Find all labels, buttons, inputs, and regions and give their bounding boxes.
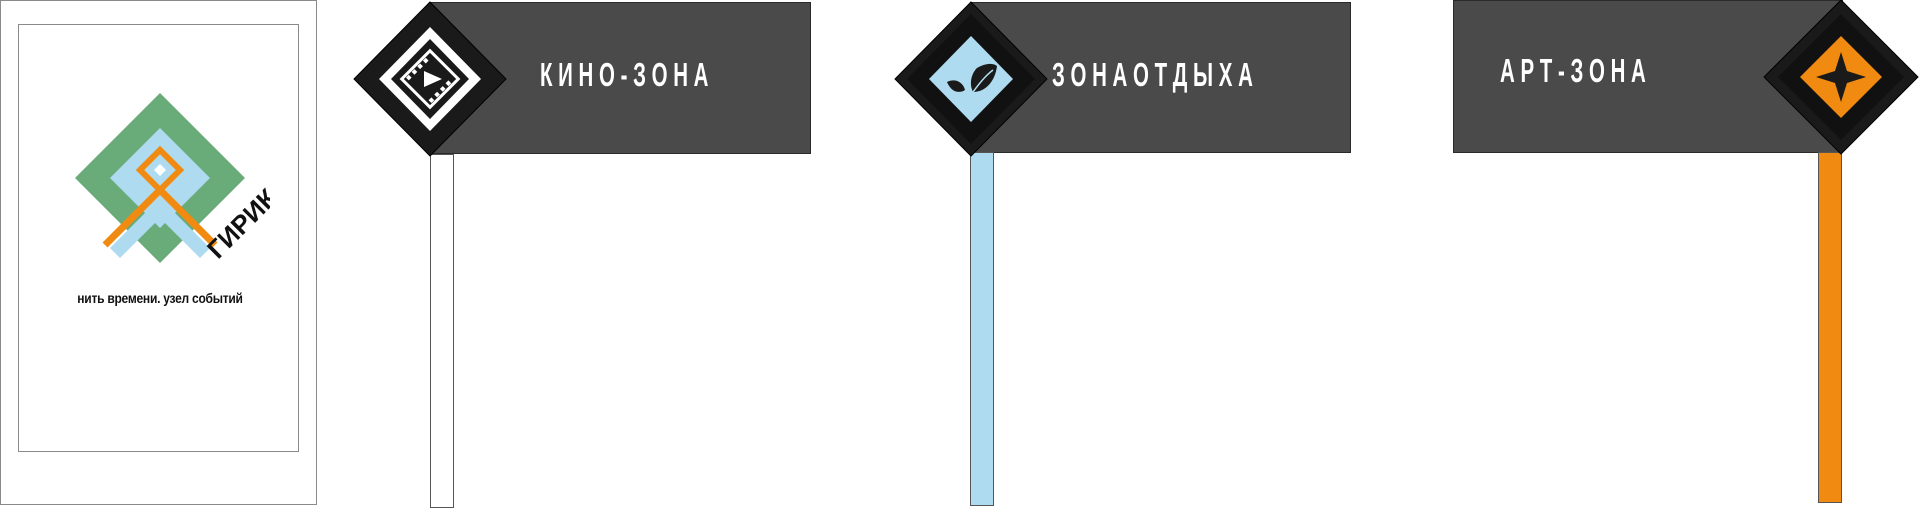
poster-tagline: нить времени. узел событий	[77, 290, 243, 306]
sign-art-diamond	[1763, 0, 1919, 155]
sign-kino-diamond	[353, 1, 507, 157]
girik-logo: ГИРИК	[75, 93, 270, 264]
sign-kino-label: К И Н О - З О Н А	[540, 56, 709, 93]
sign-rest-diamond	[894, 1, 1048, 157]
sign-kino-post	[430, 154, 454, 508]
sign-rest-label: З О Н А О Т Д Ы Х А	[1052, 56, 1253, 93]
sign-rest-post	[970, 152, 994, 506]
sign-art-label: А Р Т - З О Н А	[1500, 52, 1646, 89]
sign-art-post	[1818, 152, 1842, 503]
